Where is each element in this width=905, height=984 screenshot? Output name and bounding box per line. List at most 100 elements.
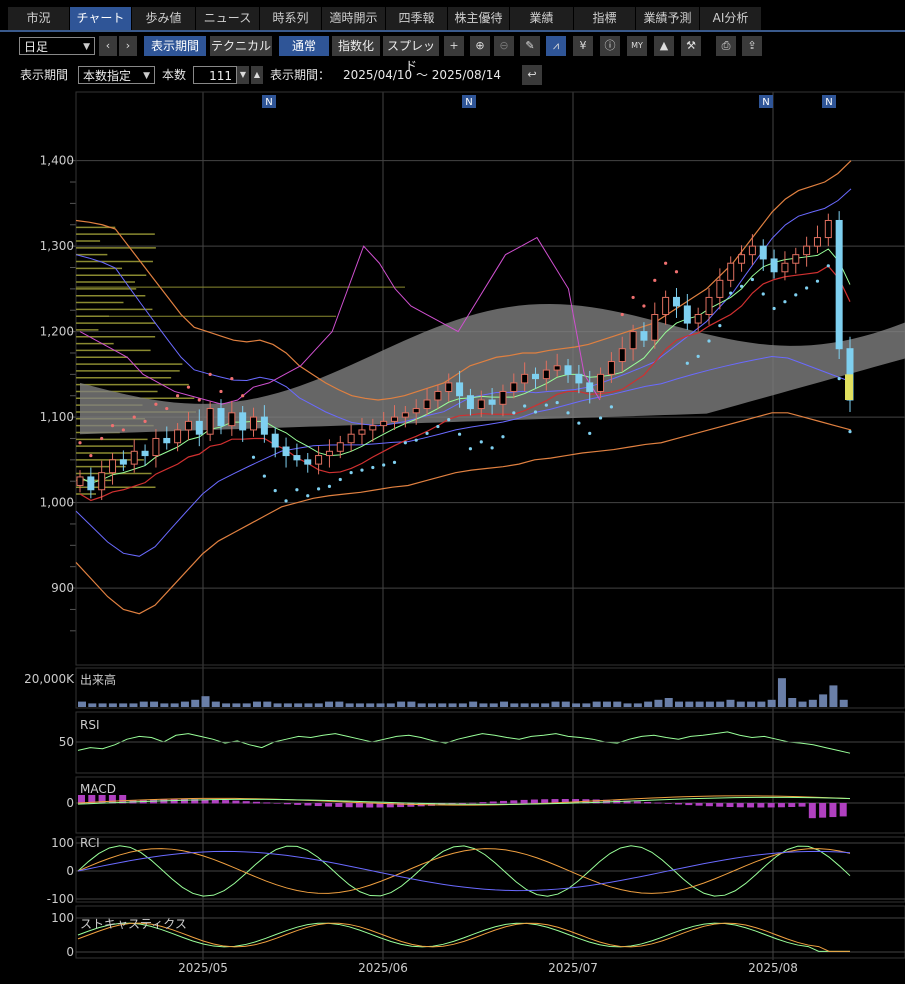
- latest-candle: [845, 374, 853, 400]
- count-up-icon[interactable]: ▲: [251, 66, 263, 84]
- macd-histogram-bar: [726, 803, 734, 808]
- period-row: 表示期間 本数指定 ▼ 本数 111 ▼ ▲ 表示期間： 2025/04/10 〜…: [0, 64, 905, 86]
- candle-body: [260, 416, 268, 435]
- sar-dot: [284, 499, 288, 503]
- zoom-out-icon[interactable]: ⊖: [494, 36, 514, 56]
- macd-histogram-bar: [211, 799, 219, 804]
- macd-histogram-bar: [705, 803, 713, 807]
- technical-button[interactable]: テクニカル: [210, 36, 272, 56]
- tab-3[interactable]: ニュース: [196, 7, 260, 30]
- my-icon[interactable]: MY: [627, 36, 647, 56]
- sar-dot: [338, 477, 342, 482]
- news-marker-label: N: [265, 97, 272, 108]
- export-icon[interactable]: ⇪: [742, 36, 762, 56]
- rci-tick: -100: [47, 892, 74, 906]
- volume-bar: [839, 699, 848, 707]
- tab-5[interactable]: 適時開示: [322, 7, 386, 30]
- stoch-panel-title: ストキャスティクス: [80, 917, 187, 931]
- prev-arrow-icon[interactable]: ‹: [99, 36, 117, 56]
- rsi-tick: 50: [59, 735, 74, 749]
- zoom-in-icon[interactable]: ⊕: [470, 36, 490, 56]
- candle-body: [174, 429, 182, 444]
- candle-body: [672, 296, 680, 307]
- tab-8[interactable]: 業績: [510, 7, 574, 30]
- sar-dot: [316, 487, 321, 491]
- volume-bar: [747, 701, 756, 707]
- wrench-icon[interactable]: ⚒: [681, 36, 701, 56]
- normal-button[interactable]: 通常: [279, 36, 329, 56]
- volume-panel-title: 出来高: [80, 672, 116, 687]
- macd-histogram-bar: [355, 803, 363, 808]
- volume-bar: [530, 703, 539, 707]
- stoch-tick: 100: [51, 911, 74, 925]
- yen-icon[interactable]: ¥: [573, 36, 593, 56]
- tab-2[interactable]: 歩み値: [132, 7, 196, 30]
- candle-body: [87, 476, 95, 491]
- interval-select[interactable]: 日足 ▼: [19, 37, 95, 55]
- candle-body: [184, 420, 192, 431]
- candle-body: [835, 219, 843, 350]
- tab-4[interactable]: 時系列: [260, 7, 322, 30]
- candle-body: [488, 399, 496, 405]
- crosshair-icon[interactable]: +: [444, 36, 464, 56]
- sar-dot: [523, 404, 527, 408]
- tab-9[interactable]: 指標: [574, 7, 636, 30]
- volume-bar: [355, 703, 364, 707]
- rci-panel-title: RCI: [80, 836, 100, 850]
- chart-type-icon[interactable]: ⩘: [546, 36, 566, 56]
- tab-10[interactable]: 業績予測: [636, 7, 700, 30]
- print-icon[interactable]: ⎙: [716, 36, 736, 56]
- y-tick-label: 900: [51, 581, 74, 595]
- tab-7[interactable]: 株主優待: [448, 7, 510, 30]
- area-chart-icon[interactable]: ▲: [654, 36, 674, 56]
- sar-dot: [848, 430, 852, 434]
- macd-histogram-bar: [252, 801, 260, 804]
- sar-dot: [479, 440, 483, 444]
- count-down-icon[interactable]: ▼: [237, 66, 249, 84]
- stock-chart[interactable]: N N N N 2025/05 2025/06 2025/07 2025/08 900 1,00…: [0, 90, 905, 984]
- macd-histogram-bar: [345, 803, 353, 808]
- sar-dot: [468, 447, 473, 451]
- tab-0[interactable]: 市況: [8, 7, 70, 30]
- volume-bar: [448, 703, 457, 707]
- sar-dot: [826, 264, 830, 268]
- candle-body: [152, 437, 160, 457]
- sar-dot: [197, 398, 201, 402]
- volume-bar: [201, 696, 210, 707]
- candle-body: [542, 369, 550, 380]
- next-arrow-icon[interactable]: ›: [119, 36, 137, 56]
- sar-dot: [436, 424, 440, 429]
- spread-button[interactable]: スプレッド: [383, 36, 439, 73]
- info-icon[interactable]: ⓘ: [600, 36, 620, 56]
- candle-body: [130, 450, 138, 465]
- volume-bar: [345, 703, 354, 707]
- y-tick-label: 1,100: [40, 410, 74, 424]
- tab-6[interactable]: 四季報: [386, 7, 448, 30]
- news-marker-label: N: [762, 97, 769, 108]
- x-tick-label: 2025/07: [548, 961, 598, 975]
- volume-bar: [88, 703, 97, 707]
- index-button[interactable]: 指数化: [332, 36, 380, 56]
- volume-bar: [150, 701, 159, 707]
- tab-1[interactable]: チャート: [70, 7, 132, 30]
- reset-icon[interactable]: ↩: [522, 65, 542, 85]
- macd-histogram-bar: [469, 802, 477, 804]
- tab-11[interactable]: AI分析: [700, 7, 762, 30]
- volume-bar: [191, 699, 200, 707]
- macd-histogram-bar: [489, 801, 497, 804]
- candle-body: [434, 390, 442, 401]
- volume-bar: [777, 678, 786, 707]
- candle-body: [325, 450, 333, 457]
- volume-bar: [211, 701, 220, 707]
- candle-body: [119, 459, 127, 465]
- candle-body: [423, 399, 431, 410]
- rsi-panel-title: RSI: [80, 718, 100, 732]
- display-period-button[interactable]: 表示期間: [144, 36, 206, 56]
- rci-tick: 0: [66, 864, 74, 878]
- pencil-icon[interactable]: ✎: [520, 36, 540, 56]
- period-mode-select[interactable]: 本数指定 ▼: [78, 66, 155, 84]
- count-input[interactable]: 111: [193, 66, 237, 84]
- volume-bar: [222, 703, 231, 707]
- volume-bar: [561, 701, 570, 707]
- volume-bar: [695, 701, 704, 707]
